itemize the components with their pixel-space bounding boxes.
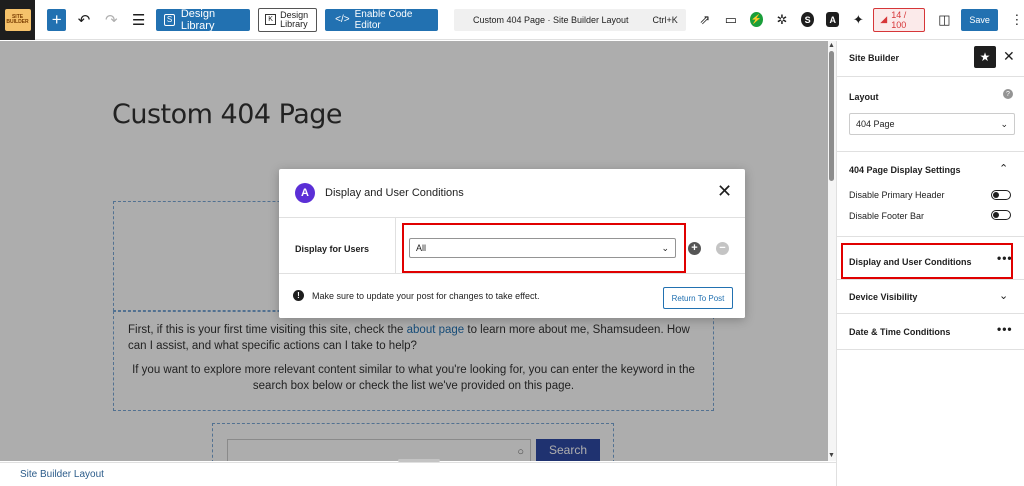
disable-footer-bar-toggle[interactable]	[991, 210, 1011, 220]
command-bar-text: Custom 404 Page · Site Builder Layout	[472, 14, 629, 25]
help-icon[interactable]: ?	[1003, 89, 1013, 99]
sidebar-title: Site Builder	[849, 53, 900, 63]
add-block-button[interactable]: +	[47, 8, 67, 31]
sidebar-divider	[837, 76, 1024, 77]
library-icon: K	[265, 14, 277, 25]
desktop-preview-icon[interactable]: ▭	[724, 12, 738, 28]
scroll-up-icon[interactable]: ▲	[828, 42, 835, 49]
design-library-button[interactable]: S Design Library	[156, 7, 251, 32]
list-view-icon[interactable]: ☰	[129, 9, 148, 31]
disable-primary-header-label: Disable Primary Header	[849, 190, 945, 200]
footer-breadcrumb[interactable]: Site Builder Layout	[20, 469, 104, 480]
layout-select-value: 404 Page	[856, 119, 895, 129]
scrollbar-thumb[interactable]	[829, 51, 834, 181]
seo-score-badge[interactable]: ◢ 14 / 100	[873, 7, 926, 32]
layout-label: Layout	[849, 92, 879, 102]
more-options-icon[interactable]: ⋮	[1010, 12, 1024, 28]
performance-icon[interactable]: ⚡	[749, 12, 763, 27]
seo-score-icon: ◢	[880, 14, 888, 24]
save-button[interactable]: Save	[961, 8, 998, 31]
site-logo[interactable]: SITE BUILDER	[0, 0, 36, 40]
redo-icon[interactable]: ↷	[102, 9, 121, 31]
top-toolbar: SITE BUILDER + ↶ ↷ ☰ S Design Library K …	[0, 0, 1024, 40]
modal-title: Display and User Conditions	[325, 187, 464, 199]
warning-icon: !	[293, 290, 304, 301]
sidebar-divider	[837, 313, 1024, 314]
chevron-up-icon[interactable]: ⌃	[999, 162, 1008, 175]
modal-header: A Display and User Conditions ✕	[279, 169, 745, 217]
chevron-down-icon: ⌄	[1000, 118, 1008, 129]
highlight-box-modal	[402, 223, 686, 273]
layout-select[interactable]: 404 Page ⌄	[849, 113, 1015, 135]
sidebar-toggle-icon[interactable]: ◫	[937, 12, 951, 28]
sidebar-divider	[837, 151, 1024, 152]
row-label-column: Display for Users	[279, 218, 396, 274]
design-library-secondary-button[interactable]: K Design Library	[258, 7, 318, 32]
design-library-icon: S	[164, 13, 175, 26]
design-library-secondary-label: Design Library	[280, 9, 309, 29]
disable-primary-header-toggle[interactable]	[991, 190, 1011, 200]
chevron-down-icon[interactable]: ⌄	[999, 289, 1008, 302]
sidebar-divider	[837, 236, 1024, 237]
notice-text: Make sure to update your post for change…	[312, 291, 540, 301]
design-library-label: Design Library	[180, 7, 216, 32]
highlight-box-sidebar	[841, 243, 1013, 279]
sidebar-divider	[837, 349, 1024, 350]
external-link-icon[interactable]: ⇗	[698, 12, 712, 28]
command-bar-shortcut: Ctrl+K	[652, 14, 678, 25]
return-to-post-button[interactable]: Return To Post	[663, 287, 733, 309]
ai-sparkle-icon[interactable]: ✦	[851, 12, 865, 28]
display-for-users-label: Display for Users	[295, 244, 370, 254]
command-palette-bar[interactable]: Custom 404 Page · Site Builder Layout Ct…	[454, 8, 686, 31]
date-time-more-icon[interactable]: •••	[997, 322, 1013, 336]
astra-icon[interactable]: A	[826, 12, 840, 27]
display-settings-title[interactable]: 404 Page Display Settings	[849, 165, 961, 175]
astra-logo-icon: A	[295, 183, 315, 203]
device-visibility-panel[interactable]: Device Visibility	[849, 292, 917, 302]
settings-sidebar: Site Builder ★ ✕ Layout ? 404 Page ⌄ 404…	[836, 41, 1024, 486]
canvas-scrollbar[interactable]: ▲ ▼	[828, 41, 836, 461]
logo-badge: SITE BUILDER	[4, 8, 31, 31]
add-condition-icon[interactable]: +	[688, 242, 701, 255]
disable-footer-bar-label: Disable Footer Bar	[849, 211, 925, 221]
editor-footer: Site Builder Layout	[0, 462, 836, 486]
close-sidebar-icon[interactable]: ✕	[1003, 48, 1015, 65]
enable-code-editor-button[interactable]: </> Enable Code Editor	[325, 8, 439, 31]
close-icon[interactable]: ✕	[717, 182, 732, 200]
s-plugin-icon[interactable]: S	[801, 12, 815, 27]
code-editor-label: Enable Code Editor	[354, 8, 413, 31]
update-notice: ! Make sure to update your post for chan…	[279, 273, 745, 318]
undo-icon[interactable]: ↶	[74, 9, 93, 31]
scroll-down-icon[interactable]: ▼	[828, 452, 835, 459]
sidebar-divider	[837, 279, 1024, 280]
star-icon[interactable]: ★	[974, 46, 996, 68]
remove-condition-icon[interactable]: −	[716, 242, 729, 255]
code-icon: </>	[335, 14, 350, 25]
seo-score-text: 14 / 100	[891, 9, 907, 30]
sparkle-tool-icon[interactable]: ✲	[775, 12, 789, 28]
date-time-conditions-panel[interactable]: Date & Time Conditions	[849, 327, 950, 337]
